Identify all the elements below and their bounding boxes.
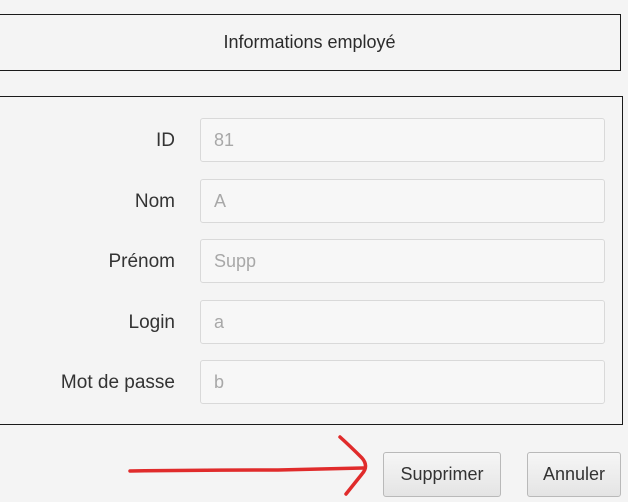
- mot-de-passe-field[interactable]: [200, 360, 605, 404]
- form-row-login: Login: [0, 300, 622, 346]
- nom-label: Nom: [134, 191, 175, 212]
- mot-de-passe-label: Mot de passe: [60, 372, 175, 393]
- annuler-button[interactable]: Annuler: [527, 452, 621, 497]
- form-row-nom: Nom: [0, 179, 622, 225]
- nom-field[interactable]: [200, 179, 605, 223]
- id-field[interactable]: [200, 118, 605, 162]
- login-label: Login: [128, 312, 176, 333]
- prenom-field[interactable]: [200, 239, 605, 283]
- form-row-mot-de-passe: Mot de passe: [0, 360, 622, 406]
- supprimer-button[interactable]: Supprimer: [383, 452, 501, 497]
- id-label: ID: [156, 130, 175, 151]
- prenom-label: Prénom: [108, 251, 175, 272]
- form-row-id: ID: [0, 118, 622, 164]
- form-row-prenom: Prénom: [0, 239, 622, 285]
- header-panel: Informations employé: [0, 14, 621, 71]
- employee-form: ID Nom Prénom Login Mot de passe: [0, 96, 623, 425]
- login-field[interactable]: [200, 300, 605, 344]
- page-title: Informations employé: [223, 32, 396, 52]
- red-arrow-icon: [128, 435, 368, 496]
